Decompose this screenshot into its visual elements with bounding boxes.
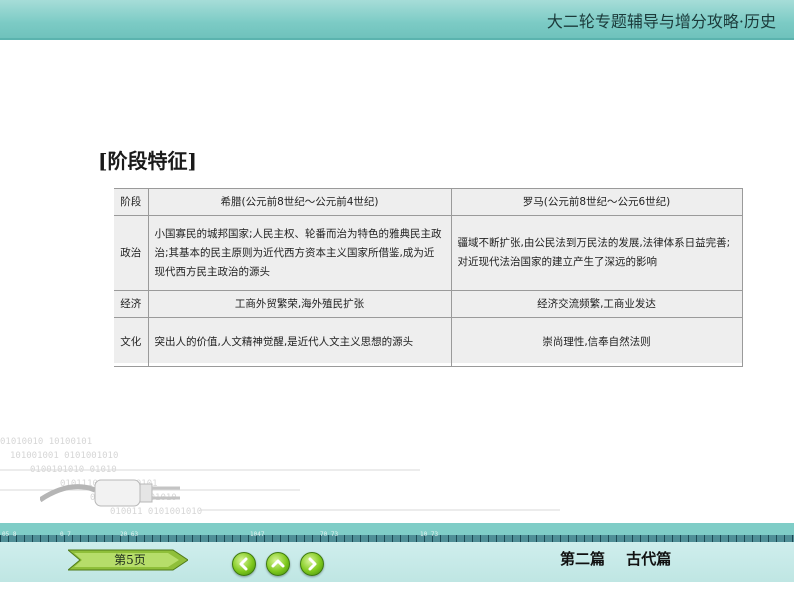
row-label-politics: 政治 bbox=[114, 215, 149, 291]
svg-text:01010010 10100101: 01010010 10100101 bbox=[0, 437, 92, 447]
header-divider bbox=[0, 38, 794, 40]
header-greece: 希腊(公元前8世纪～公元前4世纪) bbox=[147, 188, 452, 216]
cell-rome-culture: 崇尚理性,信奉自然法则 bbox=[450, 317, 743, 367]
footer-edge bbox=[0, 582, 794, 596]
table-row: 文化 突出人的价值,人文精神觉醒,是近代人文主义思想的源头 崇尚理性,信奉自然法… bbox=[114, 317, 743, 367]
home-button[interactable] bbox=[266, 552, 290, 576]
next-page-button[interactable] bbox=[300, 552, 324, 576]
ruler-numbers: 05 8 0 7 20 63 1047 70 73 10 73 bbox=[2, 531, 439, 538]
cell-rome-politics: 疆域不断扩张,由公民法到万民法的发展,法律体系日益完善;对近现代法治国家的建立产… bbox=[450, 215, 743, 291]
next-arrow-icon bbox=[308, 557, 317, 571]
comparison-table: 阶段 希腊(公元前8世纪～公元前4世纪) 罗马(公元前8世纪～公元6世纪) 政治… bbox=[114, 188, 743, 367]
prev-arrow-icon bbox=[239, 557, 248, 571]
table-row: 政治 小国寡民的城邦国家;人民主权、轮番而治为特色的雅典民主政治;其基本的民主原… bbox=[114, 215, 743, 291]
svg-text:101001001 0101001010: 101001001 0101001010 bbox=[10, 451, 118, 461]
header-rome: 罗马(公元前8世纪～公元6世纪) bbox=[450, 188, 743, 216]
header-stage: 阶段 bbox=[114, 188, 149, 216]
cell-greece-politics: 小国寡民的城邦国家;人民主权、轮番而治为特色的雅典民主政治;其基本的民主原则为近… bbox=[147, 215, 452, 291]
section-heading: [阶段特征] bbox=[98, 149, 197, 173]
part-title: 第二篇 古代篇 bbox=[560, 550, 672, 568]
cell-greece-culture: 突出人的价值,人文精神觉醒,是近代人文主义思想的源头 bbox=[147, 317, 452, 367]
row-label-economy: 经济 bbox=[114, 290, 149, 318]
row-label-culture: 文化 bbox=[114, 317, 149, 367]
book-title: 大二轮专题辅导与增分攻略·历史 bbox=[546, 12, 776, 31]
table-row: 经济 工商外贸繁荣,海外殖民扩张 经济交流频繁,工商业发达 bbox=[114, 290, 743, 318]
table-header-row: 阶段 希腊(公元前8世纪～公元前4世纪) 罗马(公元前8世纪～公元6世纪) bbox=[114, 188, 743, 216]
cell-rome-economy: 经济交流频繁,工商业发达 bbox=[450, 290, 743, 318]
page-number: 第5页 bbox=[114, 553, 146, 567]
cell-greece-economy: 工商外贸繁荣,海外殖民扩张 bbox=[147, 290, 452, 318]
up-arrow-icon bbox=[271, 559, 285, 568]
prev-page-button[interactable] bbox=[232, 552, 256, 576]
plug-icon bbox=[40, 479, 180, 507]
